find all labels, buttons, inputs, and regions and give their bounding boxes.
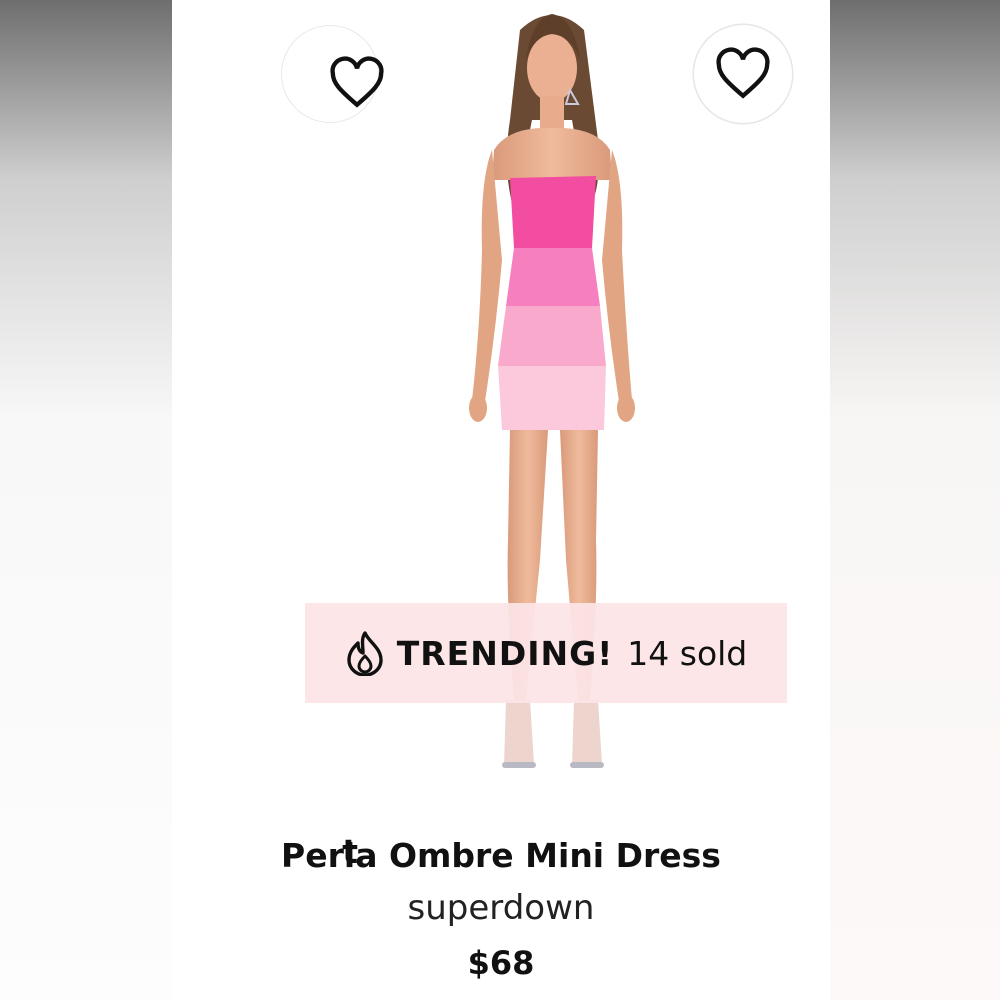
product-brand[interactable]: superdown	[172, 888, 830, 928]
product-title[interactable]: Perla Ombre Mini Dress	[172, 836, 830, 875]
previous-card-peek	[0, 0, 172, 1000]
product-price: $68	[467, 944, 535, 982]
sold-count: 14 sold	[627, 633, 748, 673]
heart-icon	[716, 47, 770, 99]
heart-icon	[330, 56, 384, 108]
next-card-peek	[830, 0, 1000, 1000]
favorite-button[interactable]	[694, 25, 792, 123]
product-card[interactable]: t TRENDING! 14 sold Perla Ombre Mini Dre…	[172, 0, 830, 1000]
previous-favorite-button[interactable]	[282, 26, 384, 122]
trending-badge: TRENDING! 14 sold	[305, 603, 787, 703]
flame-icon	[347, 631, 383, 676]
trending-label: TRENDING!	[396, 633, 614, 673]
